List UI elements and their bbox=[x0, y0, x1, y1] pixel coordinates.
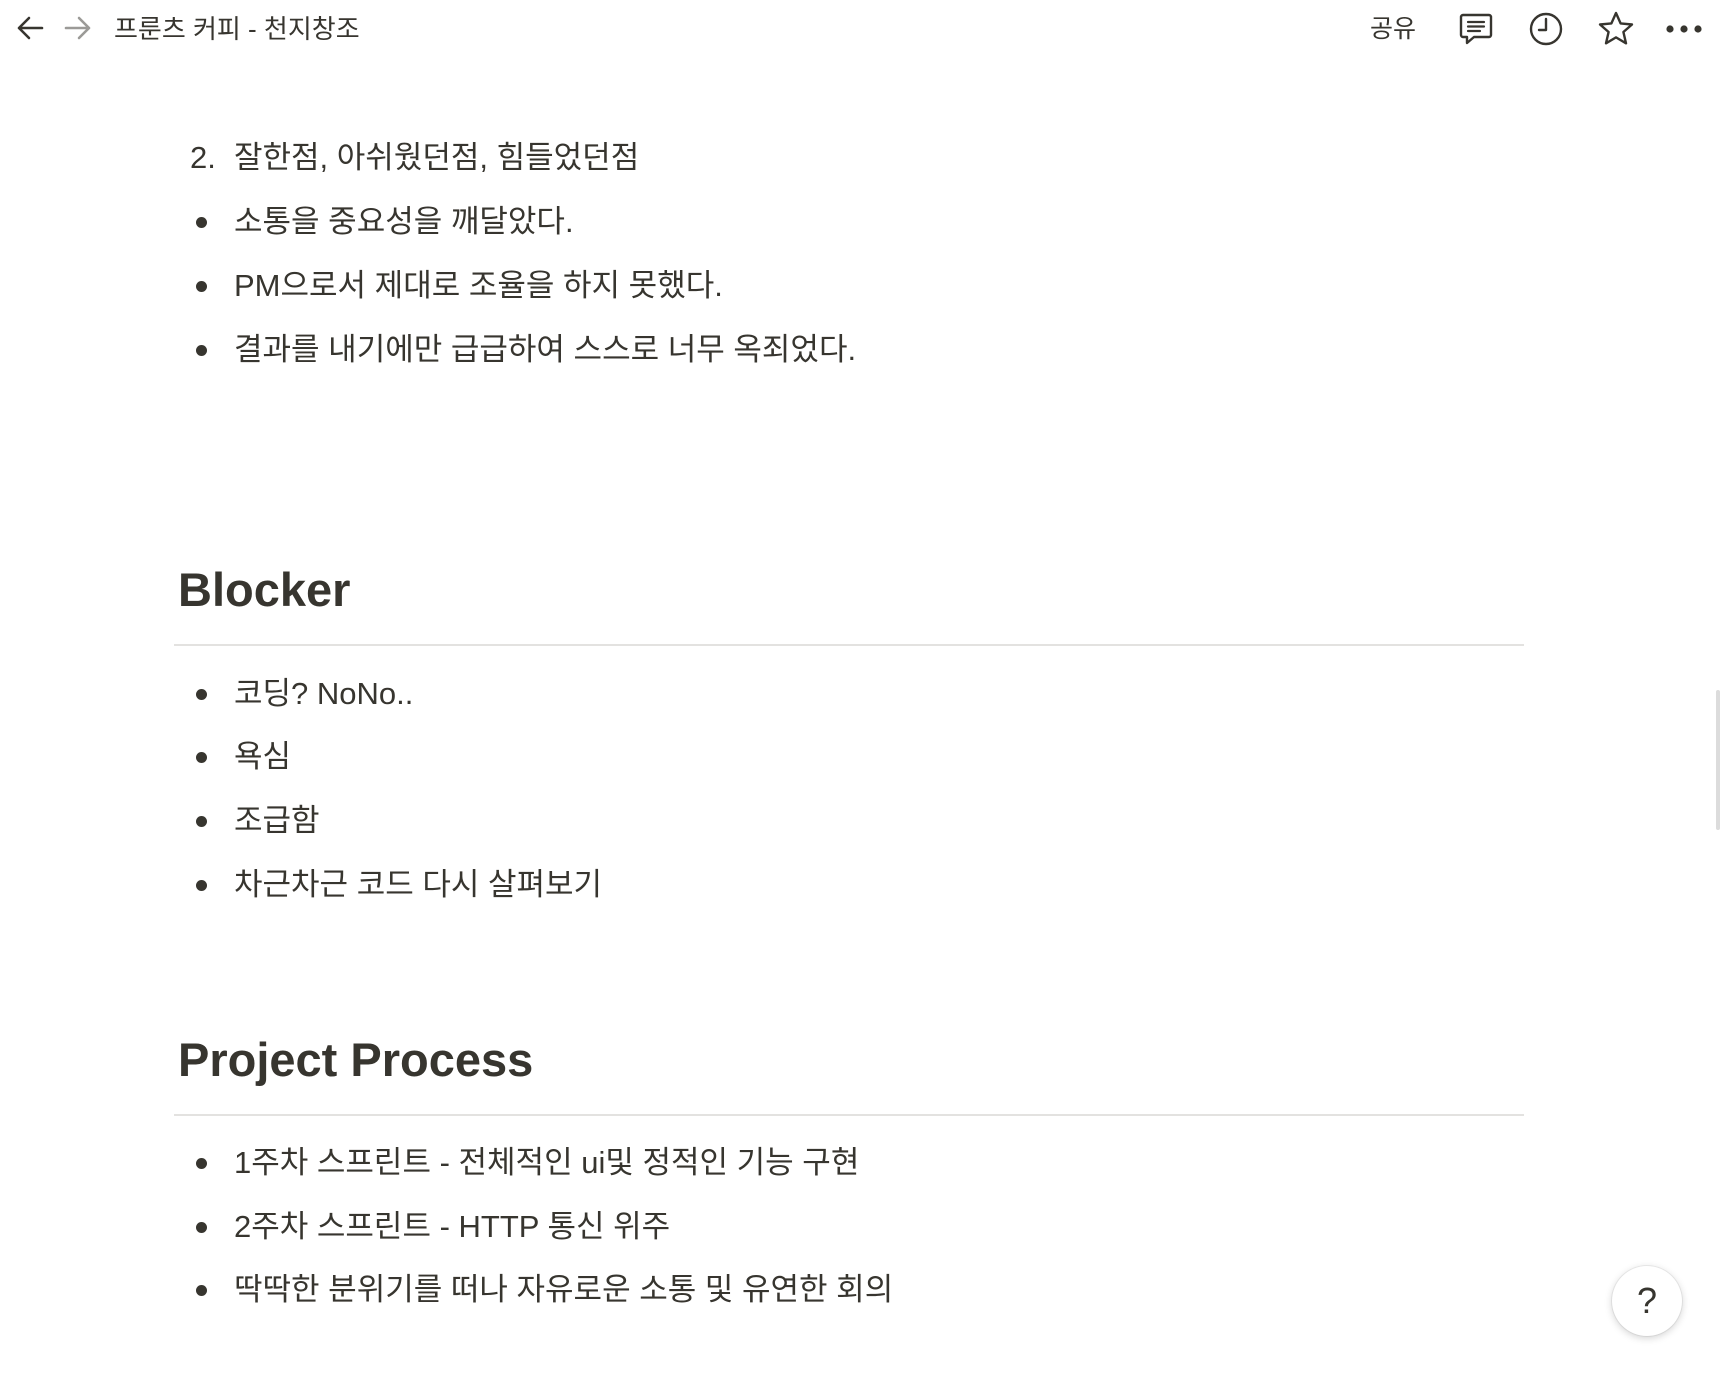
breadcrumb[interactable]: 프룬츠 커피 - 천지창조 bbox=[114, 12, 360, 46]
scrollbar[interactable] bbox=[1716, 690, 1720, 830]
favorite-button[interactable] bbox=[1596, 9, 1636, 49]
bullet-icon bbox=[196, 689, 207, 700]
bullet-icon bbox=[196, 752, 207, 763]
list-item-text: 차근차근 코드 다시 살펴보기 bbox=[234, 867, 603, 902]
bullet-icon bbox=[196, 880, 207, 891]
comment-icon bbox=[1459, 13, 1493, 45]
bullet-icon bbox=[196, 1158, 207, 1169]
arrow-right-icon bbox=[64, 16, 91, 40]
list-item-text: 욕심 bbox=[234, 739, 292, 774]
list-item-text: 조급함 bbox=[234, 803, 320, 838]
comments-button[interactable] bbox=[1456, 9, 1496, 49]
bullet-icon bbox=[196, 281, 207, 292]
list-item-text: 잘한점, 아쉬웠던점, 힘들었던점 bbox=[234, 140, 640, 175]
divider bbox=[174, 644, 1524, 646]
list-item-text: 2주차 스프린트 - HTTP 통신 위주 bbox=[234, 1209, 671, 1244]
bullet-icon bbox=[196, 816, 207, 827]
heading-blocker[interactable]: Blocker bbox=[178, 562, 350, 618]
share-button[interactable]: 공유 bbox=[1370, 12, 1416, 46]
bullet-icon bbox=[196, 1285, 207, 1296]
bullet-icon bbox=[196, 217, 207, 228]
more-icon bbox=[1666, 25, 1702, 33]
help-button[interactable]: ? bbox=[1612, 1266, 1682, 1336]
list-item-text: 1주차 스프린트 - 전체적인 ui및 정적인 기능 구현 bbox=[234, 1145, 860, 1180]
list-item-text: PM으로서 제대로 조율을 하지 못했다. bbox=[234, 268, 723, 303]
history-button[interactable] bbox=[1526, 9, 1566, 49]
list-item-text: 코딩? NoNo.. bbox=[234, 676, 414, 711]
more-button[interactable] bbox=[1664, 9, 1704, 49]
divider bbox=[174, 1114, 1524, 1116]
list-item-text: 결과를 내기에만 급급하여 스스로 너무 옥죄었다. bbox=[234, 332, 857, 367]
list-number: 2. bbox=[190, 140, 216, 175]
heading-project-process[interactable]: Project Process bbox=[178, 1032, 533, 1088]
top-bar: 프룬츠 커피 - 천지창조 공유 bbox=[0, 0, 1720, 58]
bullet-icon bbox=[196, 1222, 207, 1233]
arrow-left-icon bbox=[17, 16, 44, 40]
forward-button[interactable] bbox=[60, 10, 96, 46]
back-button[interactable] bbox=[12, 10, 48, 46]
list-item-text: 소통을 중요성을 깨달았다. bbox=[234, 204, 574, 239]
list-item-text: 딱딱한 분위기를 떠나 자유로운 소통 및 유연한 회의 bbox=[234, 1272, 894, 1307]
clock-icon bbox=[1529, 12, 1563, 46]
star-icon bbox=[1598, 11, 1634, 45]
bullet-icon bbox=[196, 345, 207, 356]
